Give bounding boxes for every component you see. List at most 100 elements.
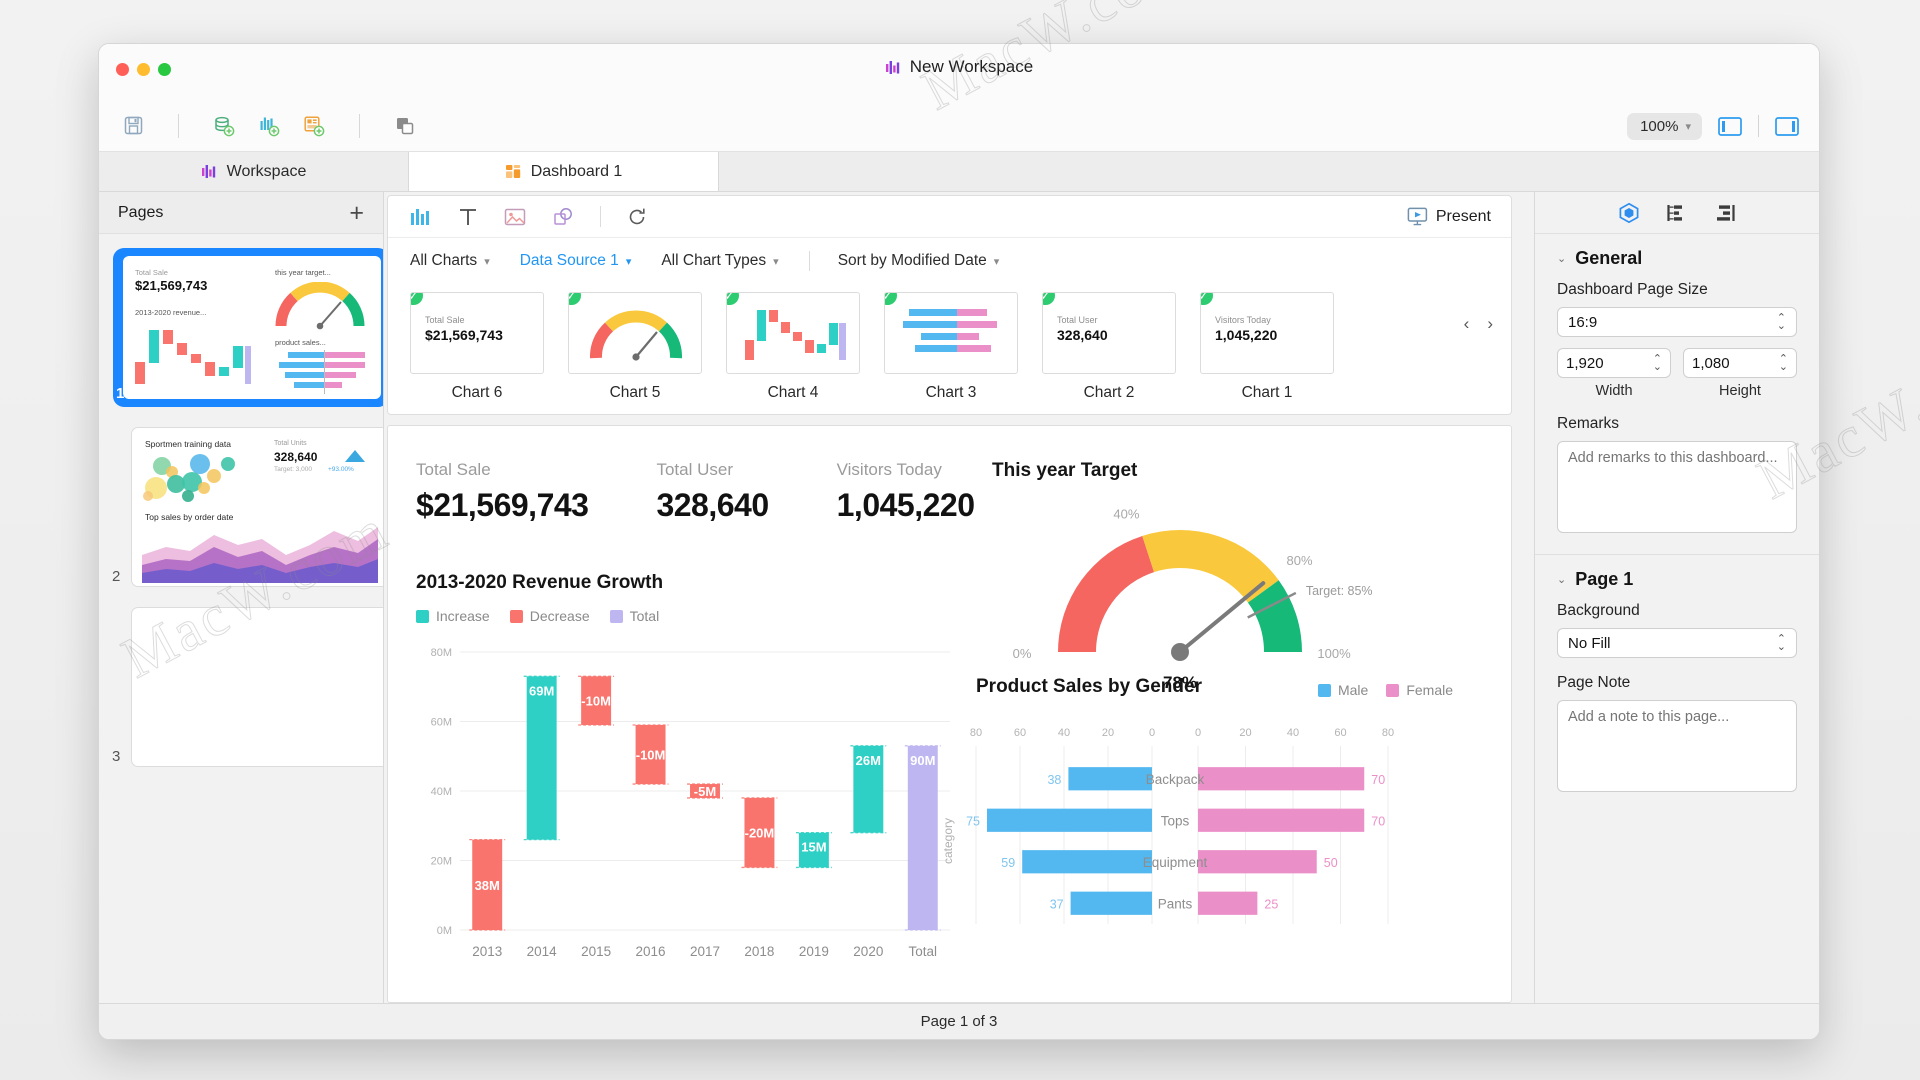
check-icon[interactable]: ✓ <box>411 293 425 307</box>
preview-area-title: Top sales by order date <box>145 512 234 522</box>
page-thumbnail-1[interactable]: Total Sale $21,569,743 2013-2020 revenue… <box>113 248 383 407</box>
text-icon[interactable] <box>458 207 478 227</box>
filter-data-source[interactable]: Data Source 1 ▾ <box>520 252 632 270</box>
svg-text:37: 37 <box>1050 897 1064 911</box>
inspector-body: ⌄ General Dashboard Page Size 16:9 ⌃ ⌄ 1,… <box>1535 234 1819 1003</box>
duplicate-icon[interactable] <box>391 112 419 140</box>
chart-thumbnail-item[interactable]: ✓ Total Sale $21,569,743 Chart 6 <box>410 292 544 402</box>
chevron-left-icon[interactable]: ‹ <box>1464 314 1470 334</box>
stepper-icon[interactable]: ⌃ ⌄ <box>1777 313 1786 332</box>
gauge-chart[interactable]: 0%40%80%100%Target: 85%78% <box>948 492 1428 692</box>
svg-text:38M: 38M <box>475 878 500 893</box>
page-note-textarea[interactable] <box>1557 700 1797 792</box>
shape-icon[interactable] <box>552 207 574 227</box>
svg-text:60: 60 <box>1014 727 1026 739</box>
present-button[interactable]: Present <box>1407 207 1491 226</box>
chart-1-preview: ✓ Visitors Today 1,045,220 <box>1200 292 1334 374</box>
check-icon[interactable]: ✓ <box>727 293 741 307</box>
check-icon[interactable]: ✓ <box>885 293 899 307</box>
remarks-textarea[interactable] <box>1557 441 1797 533</box>
legend-total: Total <box>609 608 659 624</box>
preview-gauge-mini <box>275 282 365 330</box>
pages-list[interactable]: Total Sale $21,569,743 2013-2020 revenue… <box>99 234 383 1003</box>
save-icon[interactable] <box>119 112 147 140</box>
filter-sort[interactable]: Sort by Modified Date ▾ <box>838 252 1000 270</box>
legend-male-swatch <box>1317 683 1331 697</box>
chart-icon[interactable] <box>410 207 432 227</box>
legend-female-swatch <box>1386 683 1400 697</box>
page-size-select[interactable]: 16:9 ⌃ ⌄ <box>1557 307 1797 337</box>
page-section-header[interactable]: ⌄ Page 1 <box>1557 569 1797 590</box>
tab-dashboard-1[interactable]: Dashboard 1 <box>409 152 719 191</box>
page-thumbnail-3[interactable]: 3 <box>112 607 383 767</box>
filter-chart-types[interactable]: All Chart Types ▾ <box>661 252 778 270</box>
page-1-preview: Total Sale $21,569,743 2013-2020 revenue… <box>123 256 381 399</box>
body-row: Pages + Total Sale $21,569,743 2013-2020… <box>99 192 1819 1003</box>
add-chart-icon[interactable] <box>255 112 283 140</box>
chart-4-name: Chart 4 <box>767 384 819 401</box>
svg-text:2017: 2017 <box>690 944 720 959</box>
height-input[interactable]: 1,080 ⌃ ⌄ <box>1683 348 1797 378</box>
chart-thumbnail-item[interactable]: ✓ Visitors Today 1,045,220 Chart 1 <box>1200 292 1334 402</box>
add-data-source-icon[interactable] <box>210 112 238 140</box>
thumbnail-pager[interactable]: ‹ › <box>1464 314 1493 334</box>
image-icon[interactable] <box>504 207 526 227</box>
inspector-tabs[interactable] <box>1535 192 1819 234</box>
height-caption: Height <box>1719 383 1761 399</box>
add-dashboard-icon[interactable] <box>300 112 328 140</box>
width-field-group: 1,920 ⌃ ⌄ Width <box>1557 348 1671 399</box>
waterfall-chart[interactable]: 0M 20M 40M 60M 80M 38M 2013 69M 2014 -10M 2015 -10M… <box>402 638 962 978</box>
stepper-icon[interactable]: ⌃ ⌄ <box>1777 634 1786 653</box>
check-icon[interactable]: ✓ <box>569 293 583 307</box>
chart-thumbnail-item[interactable]: ✓ <box>726 292 860 402</box>
background-select[interactable]: No Fill ⌃ ⌄ <box>1557 628 1797 658</box>
stepper-icon[interactable]: ⌃ ⌄ <box>1779 354 1788 373</box>
waterfall-legend: Increase Decrease Total <box>416 608 659 624</box>
chart-6-preview: ✓ Total Sale $21,569,743 <box>410 292 544 374</box>
zoom-level-dropdown[interactable]: 100% ▾ <box>1627 112 1702 140</box>
chart-filters: All Charts ▾ Data Source 1 ▾ All Chart T… <box>388 238 1511 284</box>
svg-text:2020: 2020 <box>853 944 883 959</box>
preview-p2-kpi-target: Target: 3,000 <box>274 466 312 473</box>
chart-thumbnail-item[interactable]: ✓ Chart 3 <box>884 292 1018 402</box>
preview-trend-up-icon <box>345 450 365 462</box>
chevron-down-icon[interactable]: ⌄ <box>1557 573 1566 586</box>
page-size-label: Dashboard Page Size <box>1557 281 1708 298</box>
check-icon[interactable]: ✓ <box>1201 293 1215 307</box>
svg-text:Tops: Tops <box>1161 813 1190 828</box>
chevron-right-icon[interactable]: › <box>1487 314 1493 334</box>
add-page-button[interactable]: + <box>349 200 364 225</box>
dashboard-canvas[interactable]: Total Sale $21,569,743 Total User 328,64… <box>387 425 1512 1003</box>
chart-thumbnail-item[interactable]: ✓ Total User 328,640 Chart 2 <box>1042 292 1176 402</box>
chart-2-preview: ✓ Total User 328,640 <box>1042 292 1176 374</box>
preview-p2-kpi-value: 328,640 <box>274 450 318 464</box>
svg-text:75: 75 <box>966 814 980 828</box>
general-section-header[interactable]: ⌄ General <box>1557 248 1797 269</box>
svg-text:80M: 80M <box>431 647 452 659</box>
layers-icon[interactable] <box>1666 203 1688 223</box>
svg-text:2014: 2014 <box>527 944 558 959</box>
svg-text:90M: 90M <box>910 753 935 768</box>
chart-3-name: Chart 3 <box>925 384 977 401</box>
chevron-down-icon[interactable]: ⌄ <box>1557 252 1566 265</box>
stepper-icon[interactable]: ⌃ ⌄ <box>1653 354 1662 373</box>
preview-gender-mini <box>279 350 365 394</box>
page-size-value: 16:9 <box>1568 313 1598 331</box>
svg-text:26M: 26M <box>856 753 881 768</box>
chart-thumbnail-list[interactable]: ✓ Total Sale $21,569,743 Chart 6 ✓ <box>388 284 1511 414</box>
align-icon[interactable] <box>1714 203 1736 223</box>
width-input[interactable]: 1,920 ⌃ ⌄ <box>1557 348 1671 378</box>
gender-chart[interactable]: 80 60 40 20 0 0 20 40 60 80 38 70 Backpack 75 70 Tops 59… <box>936 714 1456 954</box>
svg-text:0%: 0% <box>1013 646 1032 661</box>
chart-thumbnail-item[interactable]: ✓ Chart 5 <box>568 292 702 402</box>
tab-workspace[interactable]: Workspace <box>99 152 409 191</box>
height-field-group: 1,080 ⌃ ⌄ Height <box>1683 348 1797 399</box>
refresh-icon[interactable] <box>627 207 647 227</box>
properties-cube-icon[interactable] <box>1618 202 1640 224</box>
tab-dashboard-1-label: Dashboard 1 <box>530 162 623 180</box>
check-icon[interactable]: ✓ <box>1043 293 1057 307</box>
page-thumbnail-2[interactable]: Sportmen training data Total Units 328,6… <box>112 427 383 587</box>
toggle-right-panel-icon[interactable] <box>1773 115 1801 137</box>
toggle-left-panel-icon[interactable] <box>1716 115 1744 137</box>
filter-all-charts[interactable]: All Charts ▾ <box>410 252 490 270</box>
